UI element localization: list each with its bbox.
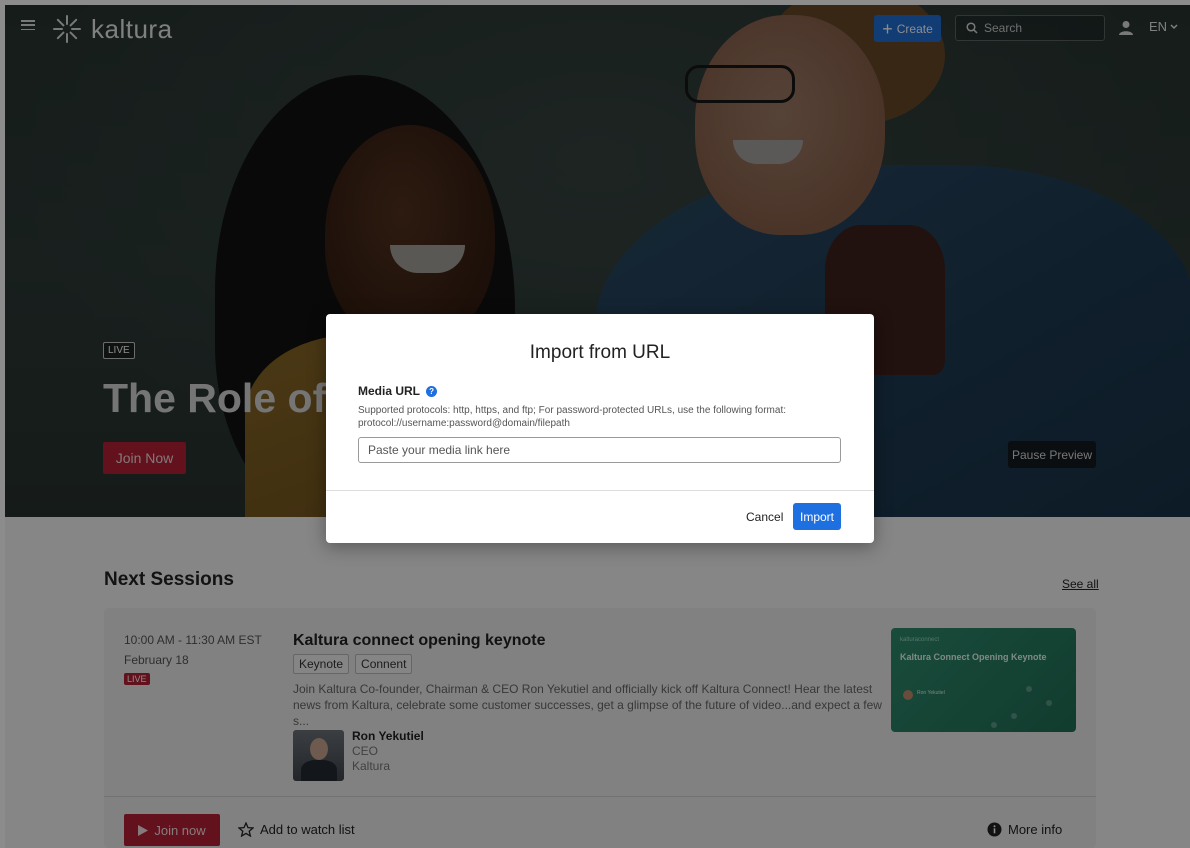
cancel-button[interactable]: Cancel: [738, 504, 791, 530]
media-url-input[interactable]: [358, 437, 841, 463]
help-icon[interactable]: ?: [426, 385, 438, 397]
import-from-url-dialog: Import from URL Media URL ? Supported pr…: [326, 314, 874, 543]
dialog-title: Import from URL: [529, 342, 671, 363]
media-url-label: Media URL ?: [358, 384, 438, 398]
import-button[interactable]: Import: [793, 503, 841, 530]
dialog-divider: [326, 490, 874, 491]
media-url-label-text: Media URL: [358, 384, 421, 398]
supported-protocols-help: Supported protocols: http, https, and ft…: [358, 405, 786, 429]
